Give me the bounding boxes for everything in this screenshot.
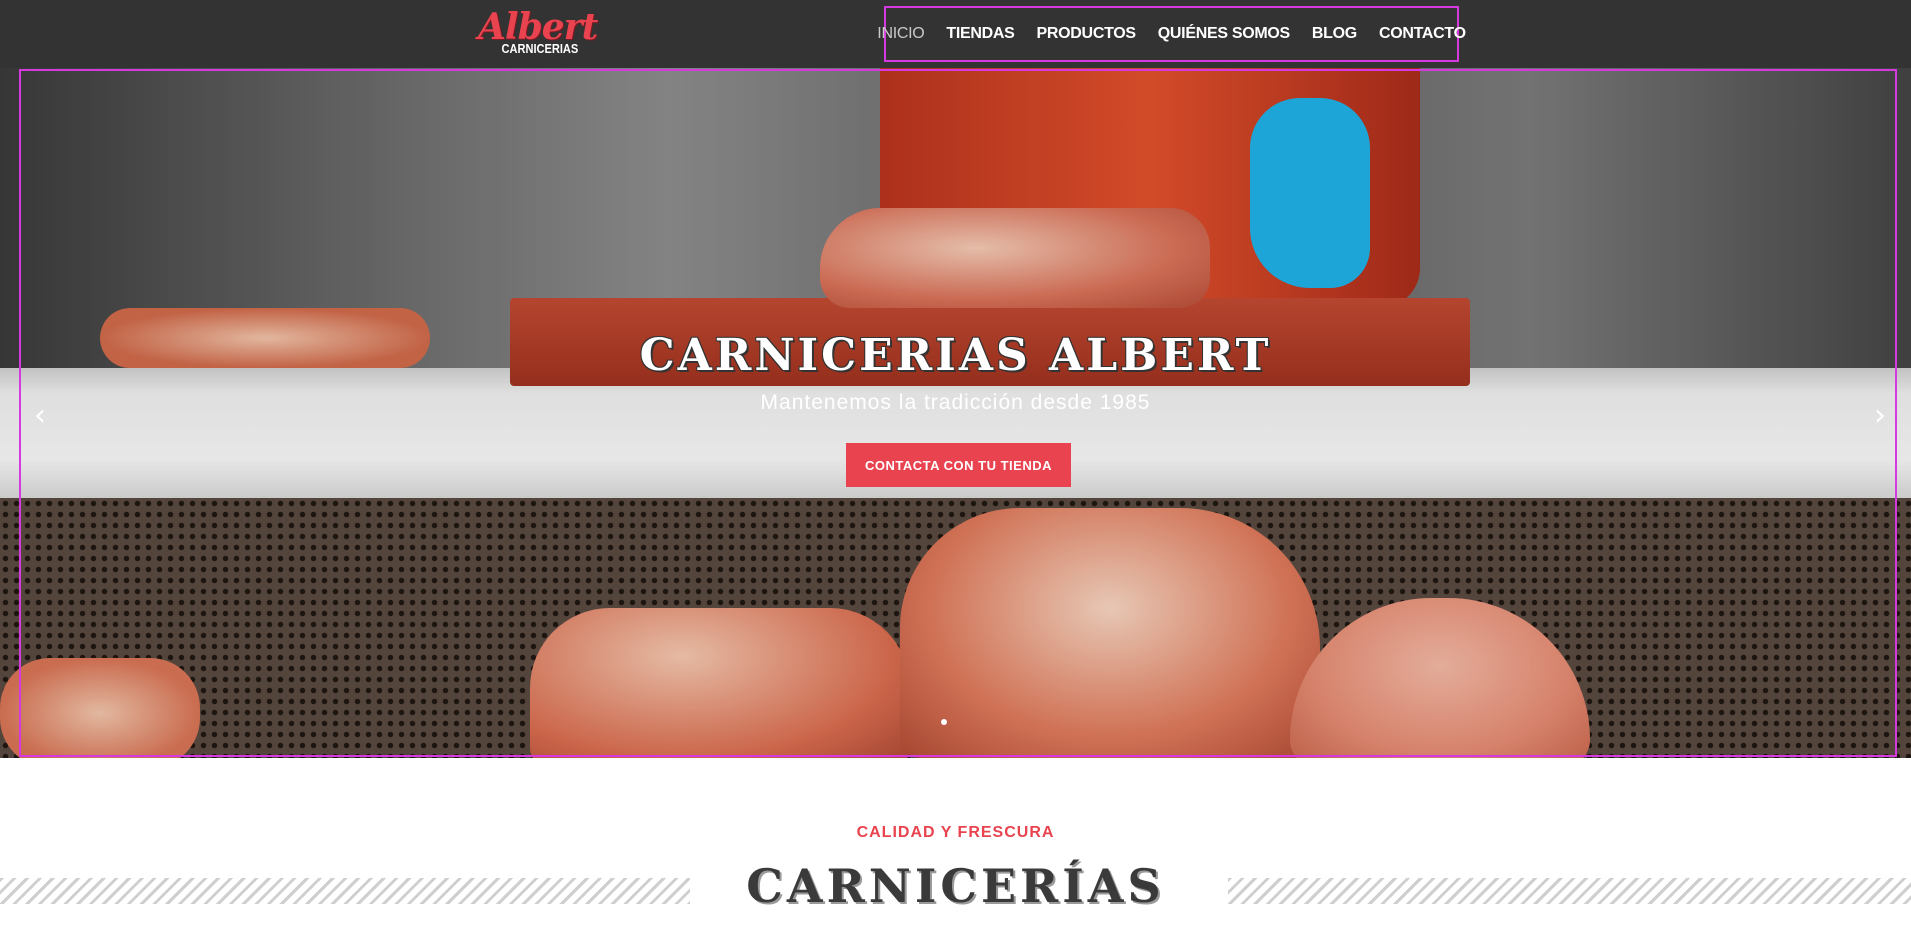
nav-item-contacto[interactable]: CONTACTO [1368, 25, 1477, 43]
chevron-right-icon[interactable]: › [1868, 400, 1892, 432]
nav-item-tiendas[interactable]: TIENDAS [935, 25, 1025, 43]
chevron-left-icon[interactable]: ‹ [28, 400, 52, 432]
logo-subtitle: CARNICERIAS [501, 41, 578, 56]
site-logo[interactable]: Albert CARNICERIAS [478, 6, 598, 58]
nav-item-blog[interactable]: BLOG [1301, 25, 1368, 43]
contact-store-button[interactable]: CONTACTA CON TU TIENDA [846, 443, 1071, 487]
main-nav: INICIO TIENDAS PRODUCTOS QUIÉNES SOMOS B… [877, 6, 1466, 62]
section-kicker: CALIDAD Y FRESCURA [856, 824, 1055, 841]
hero-subtitle: Mantenemos la tradicción desde 1985 [760, 391, 1151, 414]
hero-title: CARNICERIAS ALBERT [639, 330, 1272, 381]
section-title: CARNICERÍAS [746, 859, 1165, 913]
slider-dot[interactable] [941, 719, 947, 725]
nav-item-quienes-somos[interactable]: QUIÉNES SOMOS [1147, 25, 1301, 43]
nav-item-inicio[interactable]: INICIO [866, 25, 935, 43]
nav-item-productos[interactable]: PRODUCTOS [1026, 25, 1147, 43]
site-header: Albert CARNICERIAS INICIO TIENDAS PRODUC… [0, 0, 1911, 68]
